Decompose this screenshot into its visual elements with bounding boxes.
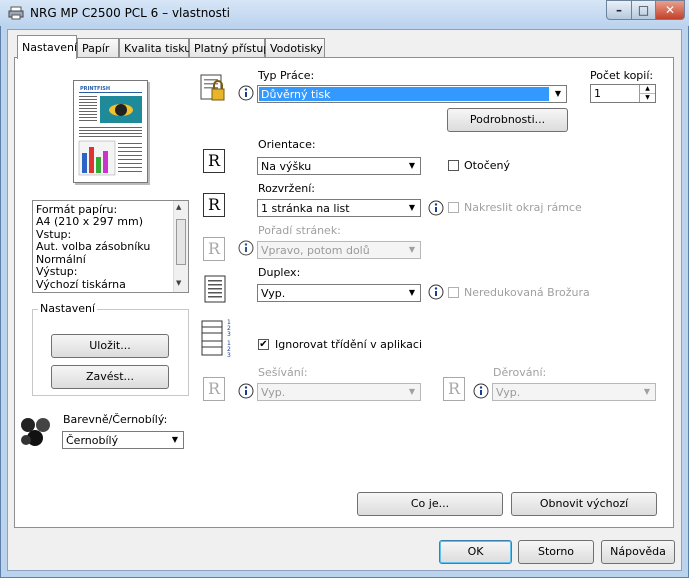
svg-text:3: 3 <box>227 352 231 359</box>
rotated-label: Otočený <box>464 159 510 172</box>
help-button[interactable]: Nápověda <box>601 540 675 564</box>
stapling-r-icon: R <box>203 377 225 401</box>
job-type-label: Typ Práce: <box>258 69 315 82</box>
settings-summary-list[interactable]: Formát papíru: A4 (210 x 297 mm) Vstup: … <box>32 200 189 293</box>
ok-button[interactable]: OK <box>439 540 512 564</box>
punch-select[interactable]: Vyp. ▼ <box>492 383 656 401</box>
job-type-value: Důvěrný tisk <box>259 87 549 101</box>
chevron-down-icon: ▼ <box>171 435 179 444</box>
scroll-up-icon[interactable]: ▲ <box>176 203 181 211</box>
orientation-value: Na výšku <box>261 160 312 173</box>
copies-spinner[interactable]: 1 ▲ ▼ <box>590 84 656 103</box>
orientation-label: Orientace: <box>258 138 316 151</box>
tab-print-quality[interactable]: Kvalita tisku <box>119 38 191 58</box>
list-scrollbar[interactable]: ▲ ▼ <box>173 201 188 292</box>
color-mode-select[interactable]: Černobílý ▼ <box>62 431 184 449</box>
preview-masthead: PRINTFISH <box>80 86 110 92</box>
page-order-value: Vpravo, potom dolů <box>261 244 370 257</box>
draw-frame-checkbox[interactable] <box>448 202 459 213</box>
orientation-select[interactable]: Na výšku ▼ <box>257 157 421 175</box>
layout-label: Rozvržení: <box>258 182 315 195</box>
color-mode-icon <box>18 416 56 450</box>
save-button[interactable]: Uložit... <box>51 334 169 358</box>
cancel-button[interactable]: Storno <box>518 540 594 564</box>
punch-r-icon: R <box>443 377 465 401</box>
layout-info-icon[interactable] <box>428 200 444 216</box>
page-preview: PRINTFISH <box>73 80 148 183</box>
window-title: NRG MP C2500 PCL 6 – vlastnosti <box>30 6 230 20</box>
stapling-info-icon[interactable] <box>238 383 254 399</box>
chevron-down-icon: ▼ <box>554 89 562 98</box>
page-order-r-icon: R <box>203 237 225 261</box>
tab-paper[interactable]: Papír <box>77 38 119 58</box>
layout-value: 1 stránka na list <box>261 202 350 215</box>
chevron-down-icon: ▼ <box>643 387 651 396</box>
job-type-select[interactable]: Důvěrný tisk ▼ <box>257 85 567 103</box>
scroll-thumb[interactable] <box>176 219 186 265</box>
draw-frame-label: Nakreslit okraj rámce <box>464 201 582 214</box>
collate-icon: 123123 <box>200 317 236 361</box>
duplex-icon <box>204 275 226 303</box>
copies-value: 1 <box>594 87 601 100</box>
tab-watermarks[interactable]: Vodotisky <box>265 38 325 58</box>
punch-info-icon[interactable] <box>473 383 489 399</box>
punch-value: Vyp. <box>496 386 521 399</box>
printer-icon <box>8 6 24 20</box>
layout-r-icon: R <box>203 193 225 217</box>
tab-valid-access[interactable]: Platný přístup <box>189 38 270 58</box>
chevron-down-icon: ▼ <box>408 203 416 212</box>
whats-this-button[interactable]: Co je... <box>357 492 503 516</box>
orientation-r-icon: R <box>203 149 225 173</box>
spin-down-icon[interactable]: ▼ <box>639 93 655 102</box>
job-type-info-icon[interactable] <box>238 85 254 101</box>
stapling-value: Vyp. <box>261 386 286 399</box>
list-item: Aut. volba zásobníku <box>36 240 151 253</box>
details-button[interactable]: Podrobnosti... <box>447 108 568 132</box>
duplex-label: Duplex: <box>258 266 301 279</box>
layout-select[interactable]: 1 stránka na list ▼ <box>257 199 421 217</box>
chevron-down-icon: ▼ <box>408 161 416 170</box>
svg-text:3: 3 <box>227 331 231 338</box>
color-mode-value: Černobílý <box>66 434 119 447</box>
rotated-checkbox[interactable] <box>448 160 459 171</box>
punch-label: Děrování: <box>493 366 547 379</box>
confidential-print-icon <box>198 72 230 104</box>
duplex-value: Vyp. <box>261 287 286 300</box>
tab-settings[interactable]: Nastavení <box>17 35 77 59</box>
spin-up-icon[interactable]: ▲ <box>639 85 655 93</box>
load-button[interactable]: Zavést... <box>51 365 169 389</box>
page-order-label: Pořadí stránek: <box>258 224 341 237</box>
page-order-select[interactable]: Vpravo, potom dolů ▼ <box>257 241 421 259</box>
settings-group-legend: Nastavení <box>38 302 98 315</box>
list-item: Výchozí tiskárna <box>36 278 126 291</box>
list-item: A4 (210 x 297 mm) <box>36 215 144 228</box>
booklet-checkbox[interactable] <box>448 287 459 298</box>
maximize-button[interactable]: □ <box>631 0 656 20</box>
chevron-down-icon: ▼ <box>408 288 416 297</box>
stapling-label: Sešívání: <box>258 366 308 379</box>
color-mode-label: Barevně/Černobílý: <box>63 413 168 426</box>
scroll-down-icon[interactable]: ▼ <box>176 279 181 287</box>
page-order-info-icon[interactable] <box>238 240 254 256</box>
booklet-label: Neredukovaná Brožura <box>464 286 590 299</box>
copies-label: Počet kopií: <box>590 69 654 82</box>
duplex-select[interactable]: Vyp. ▼ <box>257 284 421 302</box>
collate-checkbox[interactable]: ✔ <box>258 339 269 350</box>
chevron-down-icon: ▼ <box>408 387 416 396</box>
collate-label: Ignorovat třídění v aplikaci <box>275 338 423 351</box>
restore-defaults-button[interactable]: Obnovit výchozí <box>511 492 657 516</box>
minimize-button[interactable]: – <box>606 0 632 20</box>
duplex-info-icon[interactable] <box>428 284 444 300</box>
close-button[interactable]: ✕ <box>655 0 685 20</box>
chevron-down-icon: ▼ <box>408 245 416 254</box>
stapling-select[interactable]: Vyp. ▼ <box>257 383 421 401</box>
list-item: Výstup: <box>36 265 78 278</box>
